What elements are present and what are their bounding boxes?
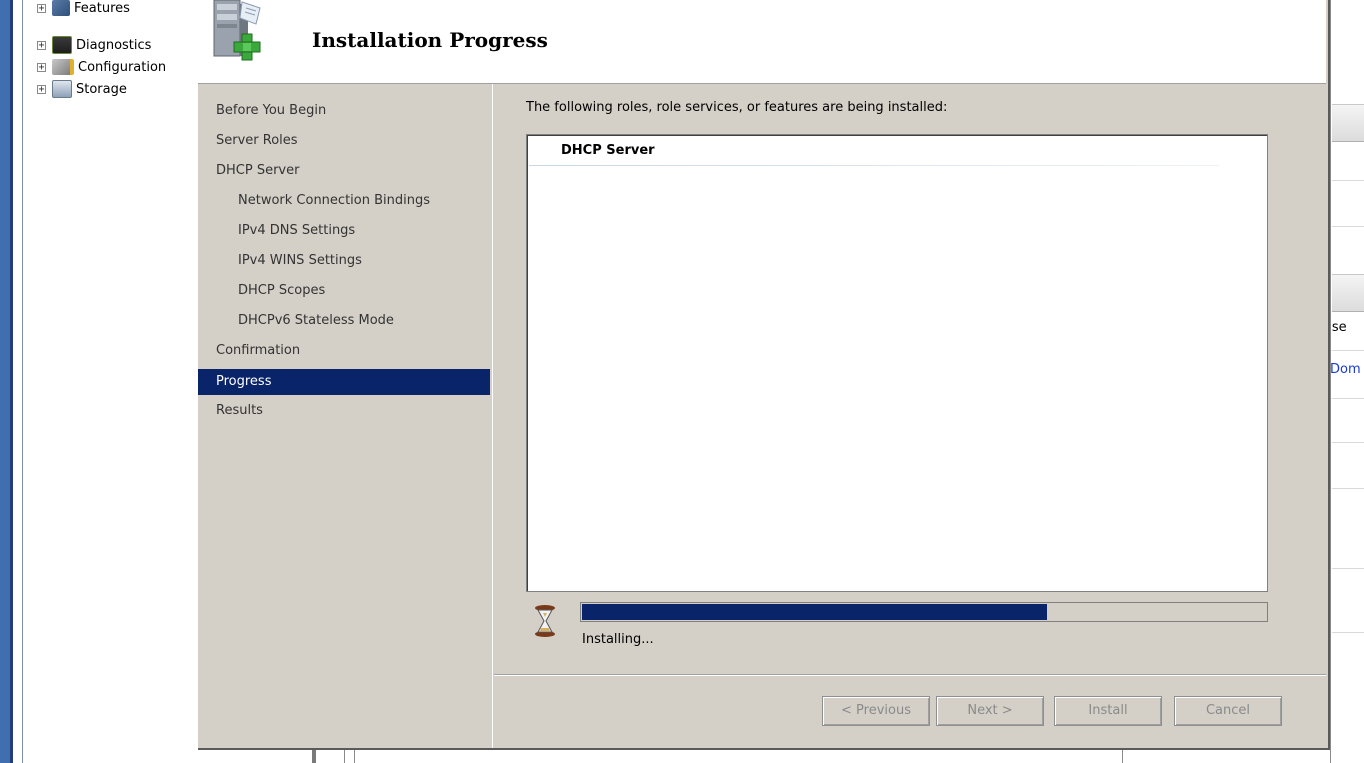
wizard-navigation: Before You Begin Server Roles DHCP Serve… xyxy=(198,84,493,748)
nav-item-label: Progress xyxy=(216,374,272,389)
nav-item-dhcp-scopes[interactable]: DHCP Scopes xyxy=(198,278,490,304)
tree-item-label: Diagnostics xyxy=(76,37,152,53)
install-progress-fill xyxy=(582,604,1047,620)
nav-item-ipv4-dns-settings[interactable]: IPv4 DNS Settings xyxy=(198,218,490,244)
footer-divider-highlight xyxy=(494,675,1326,676)
divider xyxy=(344,750,345,763)
nav-item-label: Confirmation xyxy=(216,343,301,358)
tree-expand-icon[interactable]: + xyxy=(37,84,46,94)
nav-item-results[interactable]: Results xyxy=(198,398,490,424)
tree-item-label: Configuration xyxy=(78,59,167,75)
background-window-bottom xyxy=(310,750,1330,763)
background-section-header xyxy=(1332,274,1364,312)
wizard-content: The following roles, role services, or f… xyxy=(494,84,1326,674)
divider xyxy=(1332,226,1364,227)
nav-item-dhcpv6-stateless-mode[interactable]: DHCPv6 Stateless Mode xyxy=(198,308,490,334)
background-link[interactable]: Dom xyxy=(1330,362,1361,377)
content-intro-text: The following roles, role services, or f… xyxy=(526,100,948,115)
divider xyxy=(1332,632,1364,633)
tree-expand-icon[interactable]: + xyxy=(37,40,46,50)
features-icon xyxy=(52,0,70,16)
previous-button[interactable]: < Previous xyxy=(822,696,930,726)
tree-item-features[interactable]: + Features xyxy=(37,0,130,18)
nav-item-label: DHCP Server xyxy=(216,163,300,178)
window-frame-left-inner xyxy=(10,0,13,763)
background-section-header xyxy=(1332,104,1364,142)
configuration-icon xyxy=(52,59,74,75)
hourglass-icon xyxy=(535,605,555,637)
divider xyxy=(354,750,355,763)
tree-item-configuration[interactable]: + Configuration xyxy=(37,57,166,77)
console-tree-pane: + Features + Diagnostics + Configuration… xyxy=(22,0,199,763)
tree-expand-icon[interactable]: + xyxy=(37,62,46,72)
progress-status-text: Installing... xyxy=(582,632,654,647)
divider xyxy=(1122,750,1123,763)
nav-item-confirmation[interactable]: Confirmation xyxy=(198,338,490,364)
splitter[interactable] xyxy=(312,750,316,763)
list-item: DHCP Server xyxy=(561,143,655,158)
wizard-header: Installation Progress xyxy=(198,0,1326,84)
nav-item-ipv4-wins-settings[interactable]: IPv4 WINS Settings xyxy=(198,248,490,274)
nav-item-label: Results xyxy=(216,403,263,418)
nav-item-label: Before You Begin xyxy=(216,103,327,118)
nav-item-before-you-begin[interactable]: Before You Begin xyxy=(198,98,490,124)
divider xyxy=(1332,398,1364,399)
divider xyxy=(1332,568,1364,569)
nav-item-label: IPv4 WINS Settings xyxy=(238,253,362,268)
install-button[interactable]: Install xyxy=(1054,696,1162,726)
nav-item-dhcp-server[interactable]: DHCP Server xyxy=(198,158,490,184)
tree-item-label: Features xyxy=(74,0,130,16)
background-window-pane xyxy=(1330,0,1364,763)
tree-item-label: Storage xyxy=(76,81,127,97)
nav-item-network-connection-bindings[interactable]: Network Connection Bindings xyxy=(198,188,490,214)
divider xyxy=(1332,488,1364,489)
page-title: Installation Progress xyxy=(312,28,548,52)
tree-expand-icon[interactable]: + xyxy=(37,3,46,13)
diagnostics-icon xyxy=(52,36,72,54)
list-item-divider xyxy=(529,165,1219,166)
tree-item-diagnostics[interactable]: + Diagnostics xyxy=(37,35,151,55)
cancel-button[interactable]: Cancel xyxy=(1174,696,1282,726)
nav-item-label: Network Connection Bindings xyxy=(238,193,430,208)
install-progress-bar xyxy=(580,602,1268,622)
divider xyxy=(1332,350,1364,351)
storage-icon xyxy=(52,80,72,98)
divider xyxy=(1332,442,1364,443)
server-add-icon xyxy=(213,0,261,61)
add-roles-wizard-dialog: Installation Progress Before You Begin S… xyxy=(198,0,1330,750)
nav-item-label: IPv4 DNS Settings xyxy=(238,223,356,238)
tree-item-storage[interactable]: + Storage xyxy=(37,79,127,99)
window-frame-left xyxy=(0,0,10,763)
nav-item-label: Server Roles xyxy=(216,133,298,148)
nav-item-label: DHCPv6 Stateless Mode xyxy=(238,313,394,328)
divider xyxy=(1332,180,1364,181)
next-button[interactable]: Next > xyxy=(936,696,1044,726)
installing-items-list[interactable]: DHCP Server xyxy=(526,134,1268,592)
nav-item-label: DHCP Scopes xyxy=(238,283,326,298)
nav-item-server-roles[interactable]: Server Roles xyxy=(198,128,490,154)
nav-item-progress[interactable]: Progress xyxy=(198,369,490,395)
